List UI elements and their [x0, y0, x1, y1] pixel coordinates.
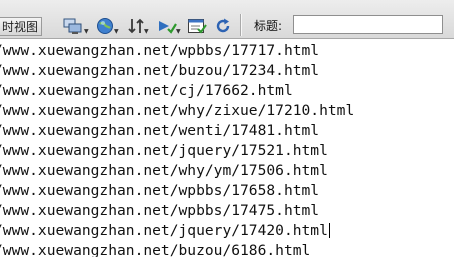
text-caret [328, 223, 330, 239]
chevron-down-icon[interactable]: ▼ [144, 28, 149, 35]
preview-in-browser-icon[interactable] [94, 15, 116, 37]
code-line[interactable]: /www.xuewangzhan.net/why/zixue/17210.htm… [0, 101, 454, 121]
code-editor[interactable]: /www.xuewangzhan.net/wpbbs/17717.html /w… [0, 41, 454, 257]
code-line[interactable]: /www.xuewangzhan.net/why/ym/17506.html [0, 161, 454, 181]
code-line-with-caret[interactable]: /www.xuewangzhan.net/jquery/17420.html [0, 221, 454, 241]
code-line[interactable]: /www.xuewangzhan.net/cj/17662.html [0, 81, 454, 101]
code-line[interactable]: /www.xuewangzhan.net/buzou/6186.html [0, 241, 454, 257]
code-line[interactable]: /www.xuewangzhan.net/wpbbs/17475.html [0, 201, 454, 221]
check-compatibility-icon[interactable] [186, 15, 208, 37]
code-line[interactable]: /www.xuewangzhan.net/jquery/17521.html [0, 141, 454, 161]
chevron-down-icon[interactable]: ▼ [114, 28, 119, 35]
code-line[interactable]: /www.xuewangzhan.net/wpbbs/17717.html [0, 41, 454, 61]
code-line[interactable]: /www.xuewangzhan.net/wenti/17481.html [0, 121, 454, 141]
view-tab[interactable]: 时视图 [0, 17, 42, 36]
code-line[interactable]: /www.xuewangzhan.net/wpbbs/17658.html [0, 181, 454, 201]
refresh-icon[interactable] [212, 15, 234, 37]
title-label: 标题: [254, 19, 283, 33]
chevron-down-icon[interactable]: ▼ [84, 28, 89, 35]
file-management-icon[interactable] [62, 15, 84, 37]
toolbar-separator [240, 14, 241, 36]
document-toolbar: 时视图 ▼ ▼ ▼ ▼ 标题: [0, 0, 454, 39]
validate-markup-icon[interactable] [156, 15, 178, 37]
code-line[interactable]: /www.xuewangzhan.net/buzou/17234.html [0, 61, 454, 81]
chevron-down-icon[interactable]: ▼ [176, 28, 181, 35]
code-line-text[interactable]: /www.xuewangzhan.net/jquery/17420.html [0, 222, 328, 239]
title-input[interactable] [293, 15, 443, 34]
